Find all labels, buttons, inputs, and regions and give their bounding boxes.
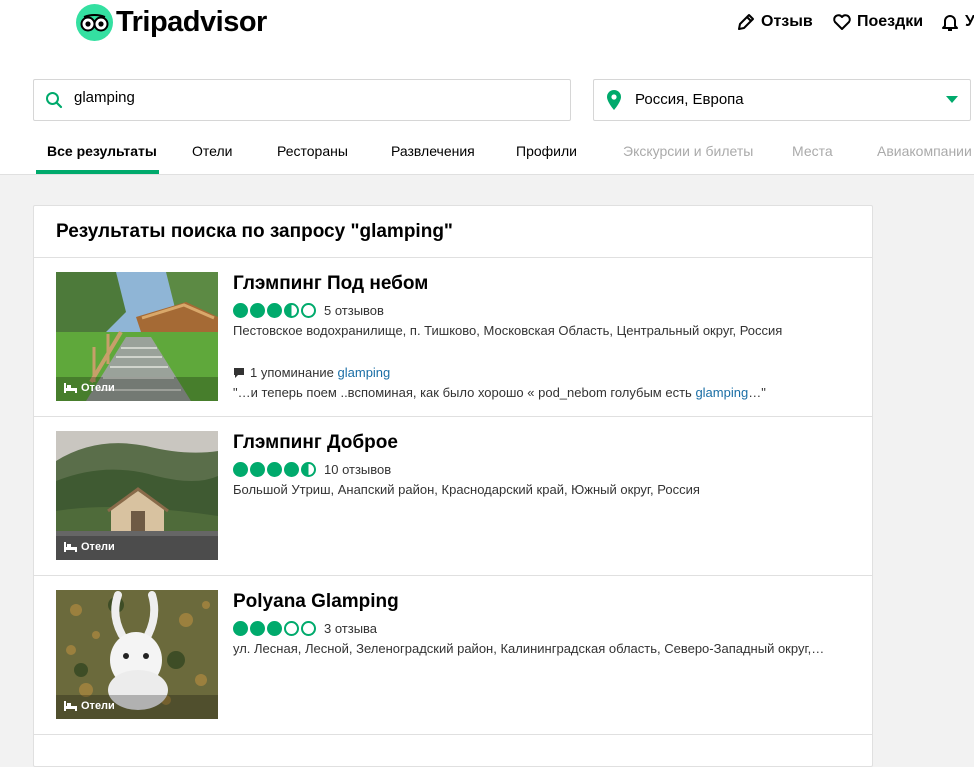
category-label: Отели [64,382,115,394]
rating-bubble-full [233,621,248,636]
category-text: Отели [81,541,115,553]
owl-logo-icon [76,4,113,41]
nav-trips-label: Поездки [857,13,924,30]
tab-places: Места [792,143,833,159]
result-item[interactable]: Отели Глэмпинг Под небом 5 отзывов Песто… [34,258,872,417]
active-tab-indicator [36,170,159,174]
rating-bubble-half [301,462,316,477]
rating-bubble-empty [301,621,316,636]
mention-keyword[interactable]: glamping [338,365,391,380]
comment-icon [234,367,244,378]
search-icon [46,92,63,109]
results-panel: Результаты поиска по запросу "glamping" [33,205,873,767]
geo-value: Россия, Европа [635,91,744,108]
result-address: Пестовское водохранилище, п. Тишково, Мо… [233,323,783,338]
nav-review-label: Отзыв [761,13,813,30]
bed-icon [64,701,77,711]
search-input[interactable] [74,89,554,106]
tab-airlines: Авиакомпании [877,143,972,159]
category-label: Отели [64,541,115,553]
bed-icon [64,383,77,393]
search-box[interactable] [33,79,571,121]
review-snippet: "…и теперь поем ..вспоминая, как было хо… [233,385,766,400]
top-bar: Tripadvisor Отзыв Поездки У [0,0,974,51]
result-photo[interactable]: Отели [56,272,218,401]
result-tabs: Все результаты Отели Рестораны Развлечен… [0,143,974,174]
rating-bubble-full [267,462,282,477]
snippet-text: "…и теперь поем ..вспоминая, как было хо… [233,385,696,400]
tab-all-results[interactable]: Все результаты [47,143,157,159]
review-count[interactable]: 10 отзывов [324,462,391,477]
rating-bubble-full [284,462,299,477]
result-address: Большой Утриш, Анапский район, Краснодар… [233,482,700,497]
geo-selector[interactable]: Россия, Европа [593,79,971,121]
chevron-down-icon [946,96,958,103]
pencil-icon [738,14,754,30]
rating-bubble-full [233,303,248,318]
tripadvisor-logo[interactable]: Tripadvisor [76,4,267,41]
result-title[interactable]: Глэмпинг Доброе [233,432,398,454]
tab-restaurants[interactable]: Рестораны [277,143,348,159]
rating-bubble-full [250,462,265,477]
mention-line: 1 упоминание glamping [233,365,390,380]
snippet-keyword[interactable]: glamping [695,385,748,400]
bubble-rating: 5 отзывов [233,303,384,318]
rating-bubble-full [267,303,282,318]
mention-count: 1 упоминание [250,365,334,380]
results-heading: Результаты поиска по запросу "glamping" [56,221,453,242]
bubble-rating: 3 отзыва [233,621,377,636]
nav-review[interactable]: Отзыв [736,12,813,32]
result-item[interactable]: Отели Polyana Glamping 3 отзыва ул. Лесн… [34,576,872,735]
bell-icon [942,15,958,31]
category-text: Отели [81,382,115,394]
rating-bubble-empty [284,621,299,636]
rating-bubble-full [267,621,282,636]
snippet-end: …" [748,385,766,400]
tab-hotels[interactable]: Отели [192,143,232,159]
nav-trips[interactable]: Поездки [832,12,923,32]
result-item[interactable]: Отели Глэмпинг Доброе 10 отзывов Большой… [34,417,872,576]
search-area: Россия, Европа Все результаты Отели Рест… [0,50,974,175]
brand-name: Tripadvisor [116,6,267,38]
tab-profiles[interactable]: Профили [516,143,577,159]
result-address: ул. Лесная, Лесной, Зеленоградский район… [233,641,825,656]
nav-alerts[interactable]: У [940,12,974,32]
review-count[interactable]: 5 отзывов [324,303,384,318]
category-text: Отели [81,700,115,712]
result-title[interactable]: Polyana Glamping [233,591,399,613]
rating-bubble-full [250,303,265,318]
rating-bubble-full [250,621,265,636]
tab-things-to-do[interactable]: Развлечения [391,143,475,159]
rating-bubble-empty [301,303,316,318]
result-photo[interactable]: Отели [56,590,218,719]
result-title[interactable]: Глэмпинг Под небом [233,273,428,295]
heart-icon [833,14,851,30]
category-label: Отели [64,700,115,712]
location-pin-icon [607,90,621,110]
rating-bubble-full [233,462,248,477]
result-photo[interactable]: Отели [56,431,218,560]
rating-bubble-half [284,303,299,318]
bed-icon [64,542,77,552]
review-count[interactable]: 3 отзыва [324,621,377,636]
bubble-rating: 10 отзывов [233,462,391,477]
tab-tours-tickets: Экскурсии и билеты [623,143,754,159]
nav-alerts-label: У [965,13,974,30]
